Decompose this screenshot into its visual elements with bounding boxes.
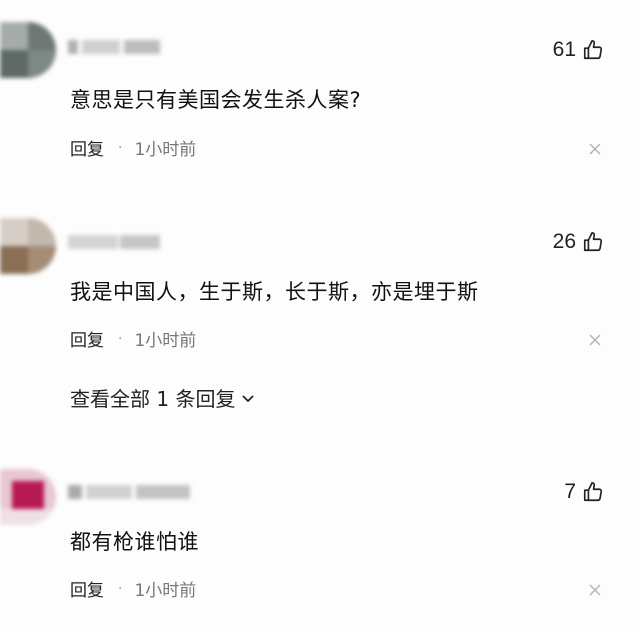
- view-all-replies-label: 查看全部 1 条回复: [70, 387, 236, 411]
- reply-button[interactable]: 回复: [70, 135, 104, 160]
- close-icon[interactable]: [588, 333, 602, 347]
- separator-dot: ·: [118, 580, 123, 597]
- thumbs-up-icon[interactable]: [582, 39, 604, 61]
- timestamp: 1小时前: [134, 140, 197, 160]
- comment-text: 我是中国人，生于斯，长于斯，亦是埋于斯: [70, 280, 479, 304]
- avatar[interactable]: [0, 469, 56, 525]
- avatar[interactable]: [0, 218, 56, 274]
- separator-dot: ·: [118, 139, 123, 156]
- close-icon[interactable]: [588, 583, 602, 597]
- reply-button[interactable]: 回复: [70, 326, 104, 351]
- comment-text: 意思是只有美国会发生杀人案?: [70, 88, 362, 112]
- timestamp: 1小时前: [134, 581, 197, 601]
- separator-dot: ·: [118, 330, 123, 347]
- like-button[interactable]: 7: [564, 480, 604, 504]
- comment-meta: 回复 · 1小时前: [70, 576, 197, 602]
- like-button[interactable]: 26: [553, 230, 604, 254]
- username[interactable]: [68, 231, 166, 253]
- thumbs-up-icon[interactable]: [582, 231, 604, 253]
- timestamp: 1小时前: [134, 331, 197, 351]
- avatar[interactable]: [0, 22, 56, 78]
- like-count: 61: [552, 38, 576, 61]
- like-count: 26: [552, 230, 576, 253]
- username[interactable]: [68, 481, 194, 503]
- comment-text: 都有枪谁怕谁: [70, 530, 199, 554]
- like-button[interactable]: 61: [553, 38, 604, 62]
- comment-meta: 回复 · 1小时前: [70, 135, 197, 161]
- comment-list: 61 意思是只有美国会发生杀人案? 回复 · 1小时前 26 我是中国人，生于斯…: [0, 0, 640, 633]
- chevron-down-icon: [242, 394, 255, 402]
- username[interactable]: [68, 36, 164, 58]
- like-count: 7: [564, 480, 576, 503]
- thumbs-up-icon[interactable]: [582, 481, 604, 503]
- comment-meta: 回复 · 1小时前: [70, 326, 197, 352]
- view-all-replies-button[interactable]: 查看全部 1 条回复: [70, 383, 255, 412]
- reply-button[interactable]: 回复: [70, 576, 104, 601]
- close-icon[interactable]: [588, 142, 602, 156]
